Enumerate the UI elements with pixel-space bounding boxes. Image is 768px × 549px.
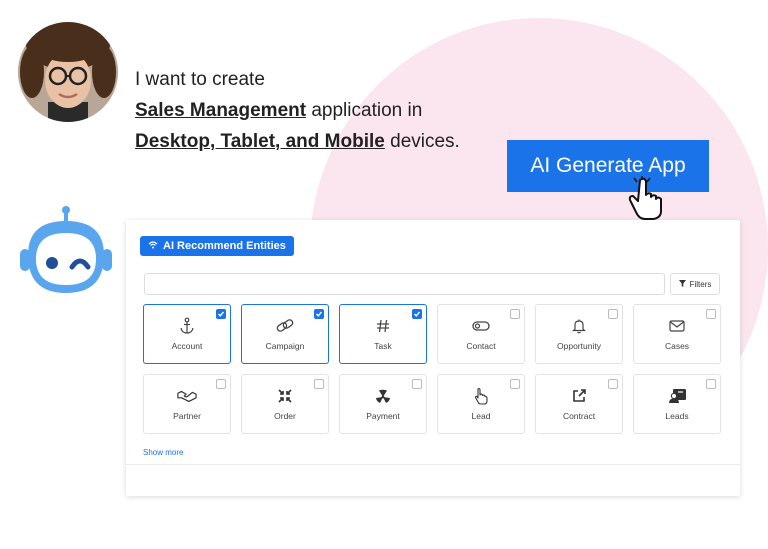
entity-label: Contract (562, 411, 596, 421)
prompt-line-3: Desktop, Tablet, and Mobile devices. (135, 126, 460, 157)
radiation-icon (373, 387, 393, 405)
ai-recommend-panel: AI Recommend Entities Filters Account Ca… (126, 220, 740, 496)
entity-label: Partner (173, 411, 201, 421)
entity-checkbox[interactable] (706, 379, 716, 389)
hash-icon (373, 317, 393, 335)
user-avatar (18, 22, 118, 122)
entity-grid: Account Campaign Task Contact Opportunit… (143, 304, 721, 434)
ai-generate-app-button[interactable]: AI Generate App (507, 140, 709, 192)
entity-label: Cases (664, 341, 690, 351)
filters-label: Filters (689, 279, 712, 289)
entity-card-order[interactable]: Order (241, 374, 329, 434)
compress-icon (275, 387, 295, 405)
filter-icon (678, 279, 686, 289)
entity-label: Lead (471, 411, 491, 421)
ai-recommend-entities-button[interactable]: AI Recommend Entities (140, 236, 294, 256)
prompt-line-2: Sales Management application in (135, 95, 460, 126)
entity-search-input[interactable] (144, 273, 665, 295)
entity-checkbox[interactable] (412, 379, 422, 389)
divider (126, 464, 740, 465)
wifi-icon (148, 240, 158, 252)
bell-icon (569, 317, 589, 335)
entity-label: Account (171, 341, 203, 351)
entity-card-contact[interactable]: Contact (437, 304, 525, 364)
mail-icon (667, 317, 687, 335)
entity-checkbox[interactable] (608, 309, 618, 319)
hand-pointer-icon (471, 387, 491, 405)
entity-card-contract[interactable]: Contract (535, 374, 623, 434)
entity-card-account[interactable]: Account (143, 304, 231, 364)
anchor-icon (177, 317, 197, 335)
handshake-icon (177, 387, 197, 405)
contact-card-icon (667, 387, 687, 405)
toggle-icon (471, 317, 491, 335)
entity-card-cases[interactable]: Cases (633, 304, 721, 364)
external-link-icon (569, 387, 589, 405)
show-more-link[interactable]: Show more (143, 448, 183, 457)
entity-checkbox[interactable] (608, 379, 618, 389)
entity-checkbox[interactable] (510, 309, 520, 319)
prompt-line-2-rest: application in (306, 100, 423, 121)
entity-card-payment[interactable]: Payment (339, 374, 427, 434)
entity-label: Opportunity (557, 341, 601, 351)
entity-label: Task (374, 341, 392, 351)
entity-checkbox[interactable] (706, 309, 716, 319)
entity-checkbox[interactable] (314, 379, 324, 389)
entity-card-leads[interactable]: Leads (633, 374, 721, 434)
entity-label: Campaign (265, 341, 305, 351)
devices-highlight: Desktop, Tablet, and Mobile (135, 131, 385, 152)
entity-card-lead[interactable]: Lead (437, 374, 525, 434)
prompt-line-3-rest: devices. (384, 131, 460, 152)
prompt-line-1: I want to create (135, 69, 265, 90)
robot-icon (20, 205, 118, 302)
entity-checkbox[interactable] (314, 309, 324, 319)
entity-checkbox[interactable] (412, 309, 422, 319)
entity-checkbox[interactable] (510, 379, 520, 389)
entity-label: Leads (665, 411, 689, 421)
entity-checkbox[interactable] (216, 309, 226, 319)
filters-button[interactable]: Filters (670, 273, 720, 295)
hand-cursor-icon (628, 176, 670, 225)
entity-label: Contact (466, 341, 496, 351)
prompt-text: I want to create Sales Management applic… (135, 64, 460, 157)
ai-recommend-entities-label: AI Recommend Entities (163, 240, 286, 252)
entity-label: Payment (366, 411, 400, 421)
entity-card-campaign[interactable]: Campaign (241, 304, 329, 364)
entity-highlight: Sales Management (135, 100, 307, 121)
entity-card-opportunity[interactable]: Opportunity (535, 304, 623, 364)
link-icon (275, 317, 295, 335)
entity-card-task[interactable]: Task (339, 304, 427, 364)
entity-card-partner[interactable]: Partner (143, 374, 231, 434)
entity-checkbox[interactable] (216, 379, 226, 389)
entity-label: Order (274, 411, 296, 421)
